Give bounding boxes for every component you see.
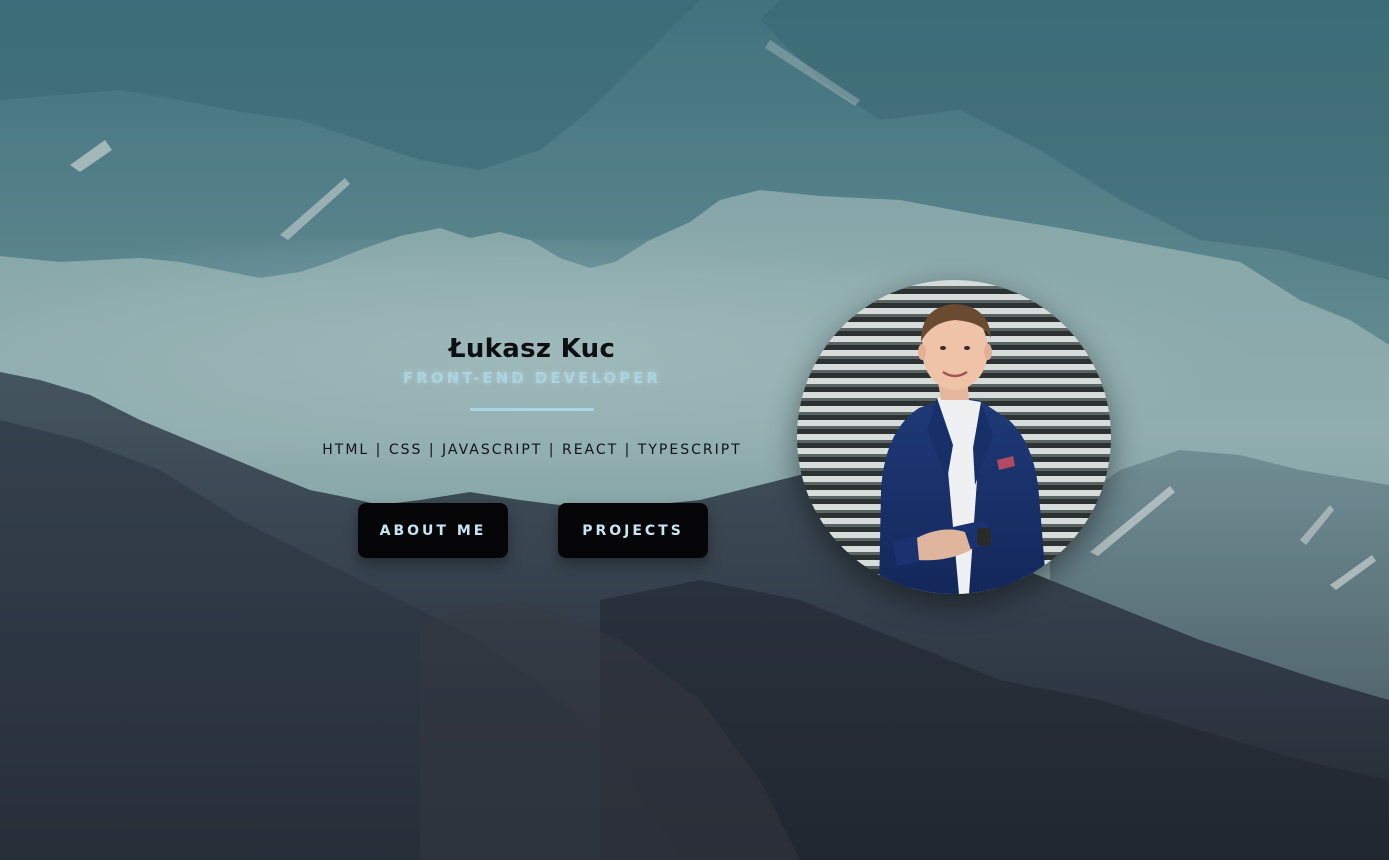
title-divider bbox=[470, 408, 594, 411]
skills-list: HTML | CSS | JAVASCRIPT | REACT | TYPESC… bbox=[322, 442, 742, 458]
page: Łukasz Kuc FRONT-END DEVELOPER HTML | CS… bbox=[0, 0, 1389, 860]
profile-name: Łukasz Kuc bbox=[448, 334, 616, 364]
hero-text-block: Łukasz Kuc FRONT-END DEVELOPER HTML | CS… bbox=[322, 330, 742, 461]
projects-button[interactable]: PROJECTS bbox=[558, 503, 708, 558]
profile-photo-image bbox=[797, 280, 1111, 594]
about-me-button[interactable]: ABOUT ME bbox=[358, 503, 508, 558]
profile-role: FRONT-END DEVELOPER bbox=[403, 369, 661, 387]
avatar bbox=[797, 280, 1111, 594]
